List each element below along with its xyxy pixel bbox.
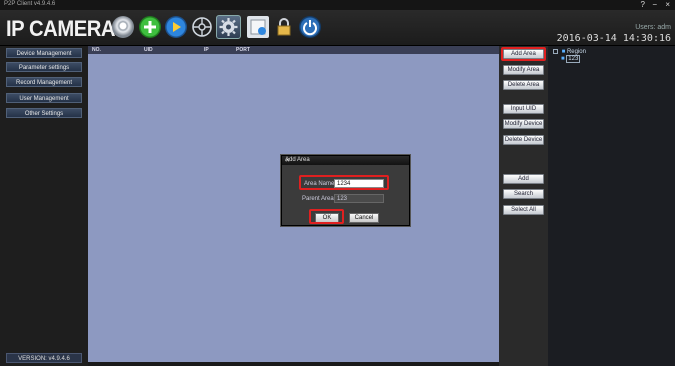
app-header: IP CAMERA Users: adm 2016-03-14 14:30:16 xyxy=(0,10,675,46)
datetime-display: 2016-03-14 14:30:16 xyxy=(556,33,671,44)
close-window-button[interactable]: × xyxy=(665,0,670,10)
parent-area-label: Parent Area: xyxy=(302,196,336,202)
sidebar-item-parameter-settings[interactable]: Parameter settings xyxy=(6,62,82,72)
folder-icon: ■ xyxy=(561,56,565,62)
column-header-no[interactable]: NO. xyxy=(92,46,101,54)
lock-icon[interactable] xyxy=(273,16,295,38)
area-name-highlight xyxy=(299,175,389,190)
tree-node-label: 123 xyxy=(566,55,581,63)
dialog-titlebar: Add Area ✕ xyxy=(282,156,409,165)
power-icon[interactable] xyxy=(299,16,321,38)
delete-area-button[interactable]: Delete Area xyxy=(503,80,544,90)
ptz-icon[interactable] xyxy=(191,16,213,38)
sidebar: Device Management Parameter settings Rec… xyxy=(0,46,88,366)
add-device-icon[interactable] xyxy=(139,16,161,38)
delete-device-button[interactable]: Delete Device xyxy=(503,135,544,145)
select-all-button[interactable]: Select All xyxy=(503,205,544,215)
region-tree: ■ Region ■ 123 xyxy=(548,46,675,366)
column-header-ip[interactable]: IP xyxy=(204,46,209,54)
folder-icon: ■ xyxy=(561,49,566,56)
sidebar-item-device-management[interactable]: Device Management xyxy=(6,48,82,58)
minimize-button[interactable]: − xyxy=(652,0,657,10)
close-icon[interactable]: ✕ xyxy=(285,157,406,164)
camera-view-icon[interactable] xyxy=(112,16,134,38)
add-button[interactable]: Add xyxy=(503,174,544,184)
parent-area-field: 123 xyxy=(334,194,384,203)
modify-area-button[interactable]: Modify Area xyxy=(503,65,544,75)
column-header-port[interactable]: PORT xyxy=(236,46,250,54)
search-button[interactable]: Search xyxy=(503,189,544,199)
log-icon[interactable] xyxy=(247,16,269,38)
sidebar-item-user-management[interactable]: User Management xyxy=(6,93,82,103)
version-label: VERSION: v4.9.4.6 xyxy=(6,353,82,363)
window-titlebar: P2P Client v4.9.4.6 ? − × xyxy=(0,0,675,10)
playback-icon[interactable] xyxy=(165,16,187,38)
sidebar-item-other-settings[interactable]: Other Settings xyxy=(6,108,82,118)
tree-node-123[interactable]: ■ 123 xyxy=(561,55,581,63)
app-logo: IP CAMERA xyxy=(6,16,116,41)
current-user-label: Users: adm xyxy=(635,24,671,31)
expand-toggle-icon[interactable] xyxy=(553,49,558,54)
add-area-dialog: Add Area ✕ Area Name: 1234 Parent Area: … xyxy=(281,155,410,226)
input-uid-button[interactable]: Input UID xyxy=(503,104,544,114)
add-area-highlight xyxy=(501,47,546,61)
device-table-header: NO. UID IP PORT xyxy=(88,46,499,54)
action-panel: Add Area Modify Area Delete Area Input U… xyxy=(499,46,548,366)
cancel-button[interactable]: Cancel xyxy=(349,213,379,223)
ok-highlight xyxy=(309,209,344,224)
modify-device-button[interactable]: Modify Device xyxy=(503,119,544,129)
sidebar-item-record-management[interactable]: Record Management xyxy=(6,77,82,87)
column-header-uid[interactable]: UID xyxy=(144,46,153,54)
help-icon[interactable]: ? xyxy=(641,0,645,10)
app-title: P2P Client v4.9.4.6 xyxy=(4,1,56,7)
settings-gear-icon[interactable] xyxy=(216,15,241,39)
